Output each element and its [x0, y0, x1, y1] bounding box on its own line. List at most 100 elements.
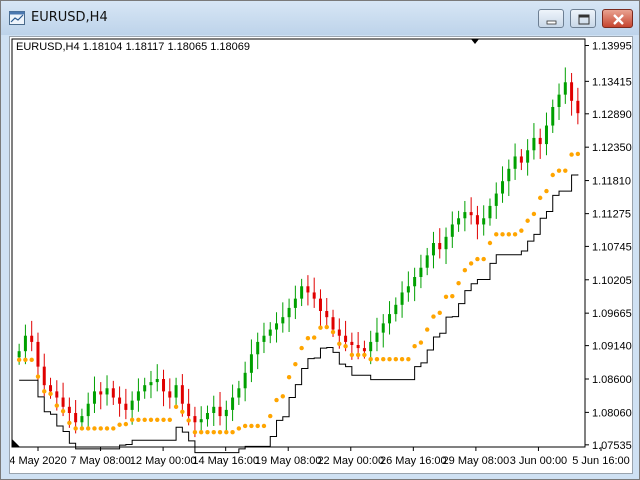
stop-dot	[337, 341, 342, 346]
candle-body	[36, 341, 40, 367]
candle-body	[111, 388, 115, 398]
candle-body	[419, 267, 423, 277]
stop-dot	[180, 409, 185, 414]
stop-dot	[42, 389, 47, 394]
candle-body	[482, 218, 486, 225]
candle-body	[457, 218, 461, 225]
y-tick-label: 1.09140	[592, 341, 632, 353]
x-tick-label: 5 Jun 16:00	[572, 455, 630, 467]
stop-dot	[192, 429, 198, 435]
stop-dot	[563, 168, 568, 173]
candle-body	[318, 298, 322, 311]
stop-dot	[537, 195, 543, 201]
candle-body	[17, 351, 21, 358]
stop-dot	[60, 408, 66, 414]
candle-body	[193, 416, 197, 423]
stop-dot	[16, 357, 22, 363]
candle-body	[287, 307, 291, 318]
candle-body	[513, 156, 517, 169]
chart-window-icon	[9, 11, 25, 25]
candle-body	[74, 413, 78, 423]
candle-body	[431, 243, 435, 256]
close-button[interactable]	[602, 9, 633, 28]
candle-body	[180, 385, 184, 404]
candle-body	[325, 311, 329, 318]
y-tick-label: 1.11810	[592, 176, 631, 188]
candle-body	[42, 366, 46, 386]
stop-dot	[224, 429, 229, 435]
minimize-icon	[546, 20, 557, 25]
stop-dot	[29, 357, 34, 363]
stop-dot	[23, 357, 28, 363]
maximize-icon	[578, 14, 590, 25]
corner-marker	[12, 439, 20, 447]
stop-dot	[456, 280, 461, 286]
window-title: EURUSD,H4	[31, 10, 108, 25]
candle-body	[400, 292, 404, 305]
candle-body	[306, 286, 310, 293]
stop-dot	[443, 294, 449, 299]
candle-body	[444, 236, 448, 250]
minimize-button[interactable]	[538, 9, 564, 28]
candle-body	[149, 382, 153, 386]
stop-dot	[343, 344, 348, 349]
candle-body	[538, 137, 542, 145]
stop-dot	[111, 426, 116, 431]
candle-body	[331, 317, 335, 330]
stop-dot	[148, 417, 154, 422]
stop-dot	[205, 429, 210, 435]
stop-dot	[531, 211, 537, 217]
title-bar[interactable]: EURUSD,H4	[1, 1, 639, 35]
candle-body	[99, 391, 103, 395]
candle-body	[67, 406, 71, 413]
stop-dot	[569, 152, 574, 157]
chart-area[interactable]: 1.13995 1.13415 1.12890 1.12350 1.11810 1.112…	[9, 36, 633, 474]
stop-dot	[311, 335, 317, 340]
stop-dot	[519, 228, 524, 233]
candle-body	[362, 348, 366, 352]
stop-dot	[48, 391, 53, 397]
candle-body	[187, 403, 191, 417]
stop-dot	[487, 240, 493, 246]
stop-dot	[117, 422, 122, 427]
stop-dot	[79, 426, 85, 431]
stop-dot	[85, 426, 91, 431]
stop-dot	[362, 352, 367, 358]
trailing-line	[19, 174, 579, 454]
maximize-button[interactable]	[570, 9, 596, 28]
stop-dot	[399, 357, 405, 362]
stop-dot	[318, 325, 323, 330]
candle-body	[551, 107, 555, 126]
stop-dot	[368, 357, 373, 362]
candle-body	[394, 304, 398, 315]
stop-dot	[255, 423, 260, 429]
stop-dot	[512, 232, 518, 237]
stop-dot	[142, 417, 147, 422]
candle-body	[92, 391, 96, 404]
stop-dot	[73, 426, 78, 431]
candle-body	[532, 137, 536, 151]
candle-body	[143, 385, 147, 392]
candle-body	[488, 205, 492, 219]
y-tick-label: 1.11275	[592, 209, 631, 221]
price-chart[interactable]: 1.13995 1.13415 1.12890 1.12350 1.11810 1.112…	[10, 37, 632, 473]
stop-dot	[155, 417, 160, 422]
candle-body	[350, 341, 354, 345]
stop-dot	[92, 426, 97, 431]
candle-body	[256, 341, 260, 355]
candle-body	[86, 403, 90, 417]
stop-dot	[186, 418, 191, 423]
stop-dot	[462, 268, 468, 273]
candle-body	[212, 406, 216, 413]
x-tick-label: 19 May 08:00	[255, 455, 322, 467]
candle-body	[388, 314, 392, 324]
candle-body	[23, 335, 27, 352]
stop-dot	[293, 361, 298, 367]
candle-body	[406, 286, 410, 293]
stop-dot	[412, 344, 417, 349]
candle-body	[281, 317, 285, 324]
stop-dot	[424, 327, 430, 332]
candle-body	[118, 397, 122, 404]
candle-body	[49, 385, 53, 392]
x-tick-label: 29 May 08:00	[443, 455, 510, 467]
